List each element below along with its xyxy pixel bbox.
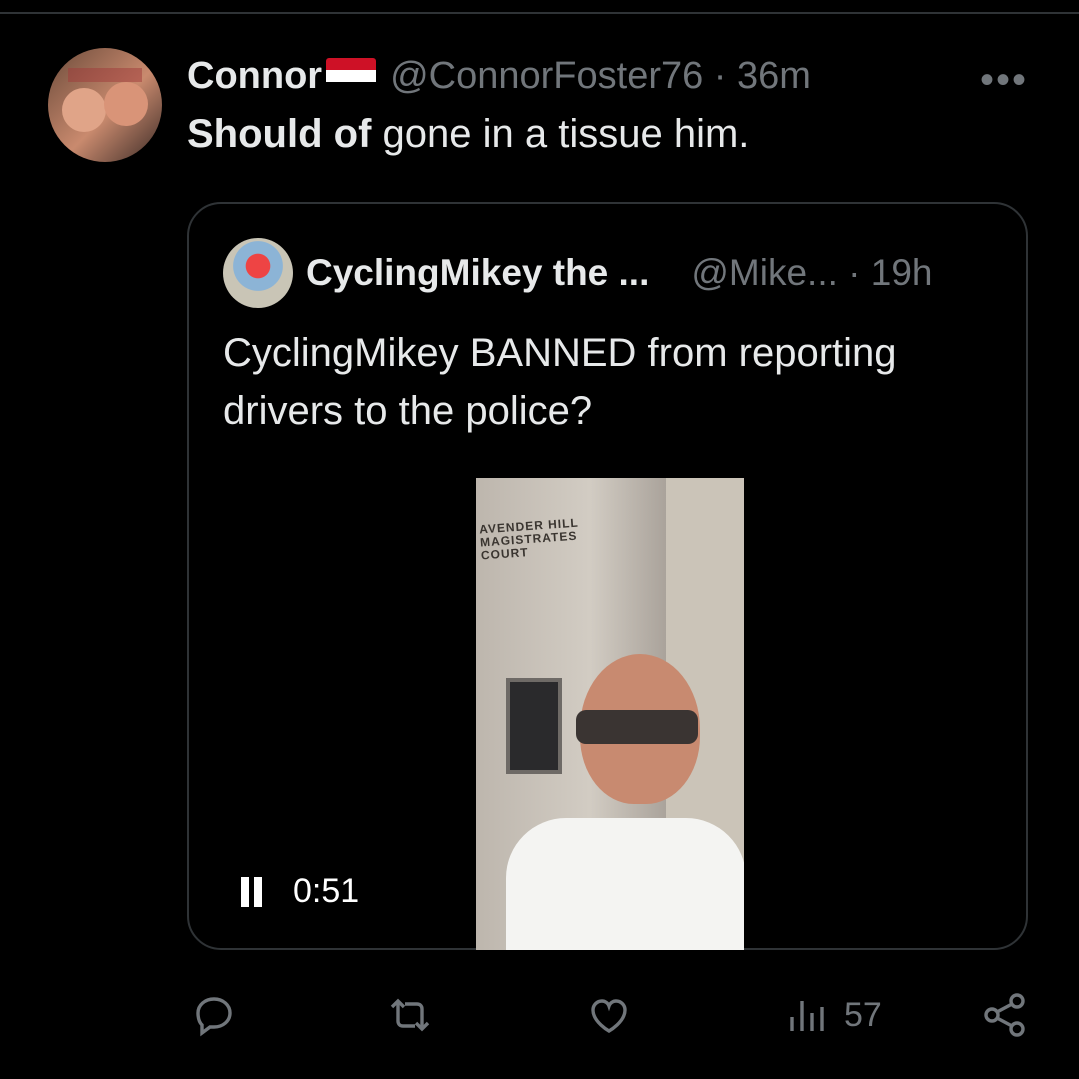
flag-icon — [326, 58, 377, 94]
tweet-text-rest: gone in a tissue him. — [371, 112, 750, 156]
tweet-text-bold: Should of — [187, 112, 372, 156]
quoted-author-name[interactable]: CyclingMikey the ... — [306, 252, 649, 294]
quoted-header: CyclingMikey the ... @Mike... · 19h — [306, 248, 933, 298]
share-button[interactable] — [980, 990, 1030, 1040]
tweet-header: Connor @ConnorFoster76 · 36m — [187, 52, 811, 100]
retweet-icon — [390, 998, 430, 1032]
tweet-text: Should of gone in a tissue him. — [187, 112, 749, 157]
quoted-text: CyclingMikey BANNED from reporting drive… — [223, 331, 897, 433]
person-shirt — [506, 818, 744, 950]
views-count: 57 — [844, 995, 882, 1034]
reply-icon — [196, 997, 232, 1037]
court-sign: AVENDER HILL MAGISTRATES COURT — [478, 515, 580, 563]
retweet-button[interactable] — [384, 990, 436, 1040]
like-button[interactable] — [585, 990, 633, 1040]
views-button[interactable]: 57 — [784, 990, 882, 1040]
sunglasses — [576, 710, 698, 744]
action-bar: 57 — [0, 990, 1079, 1040]
building-window — [506, 678, 562, 774]
video-time: 0:51 — [293, 872, 360, 910]
avatar[interactable] — [48, 48, 162, 162]
video-controls[interactable]: 0:51 — [239, 872, 359, 911]
reply-button[interactable] — [190, 990, 238, 1040]
quoted-handle-time[interactable]: @Mike... · 19h — [691, 252, 932, 294]
author-name[interactable]: Connor — [187, 55, 322, 98]
share-icon — [984, 993, 1025, 1037]
more-horizontal-icon[interactable]: ••• — [980, 58, 1028, 103]
top-divider — [0, 12, 1079, 14]
pause-icon[interactable] — [239, 876, 265, 907]
views-icon — [790, 1001, 824, 1031]
quoted-tweet[interactable]: CyclingMikey the ... @Mike... · 19h Cycl… — [187, 202, 1028, 950]
author-handle-time[interactable]: @ConnorFoster76 · 36m — [390, 55, 811, 98]
quoted-avatar[interactable] — [223, 238, 293, 308]
heart-icon — [591, 999, 627, 1033]
video-player[interactable]: AVENDER HILL MAGISTRATES COURT — [476, 478, 744, 950]
